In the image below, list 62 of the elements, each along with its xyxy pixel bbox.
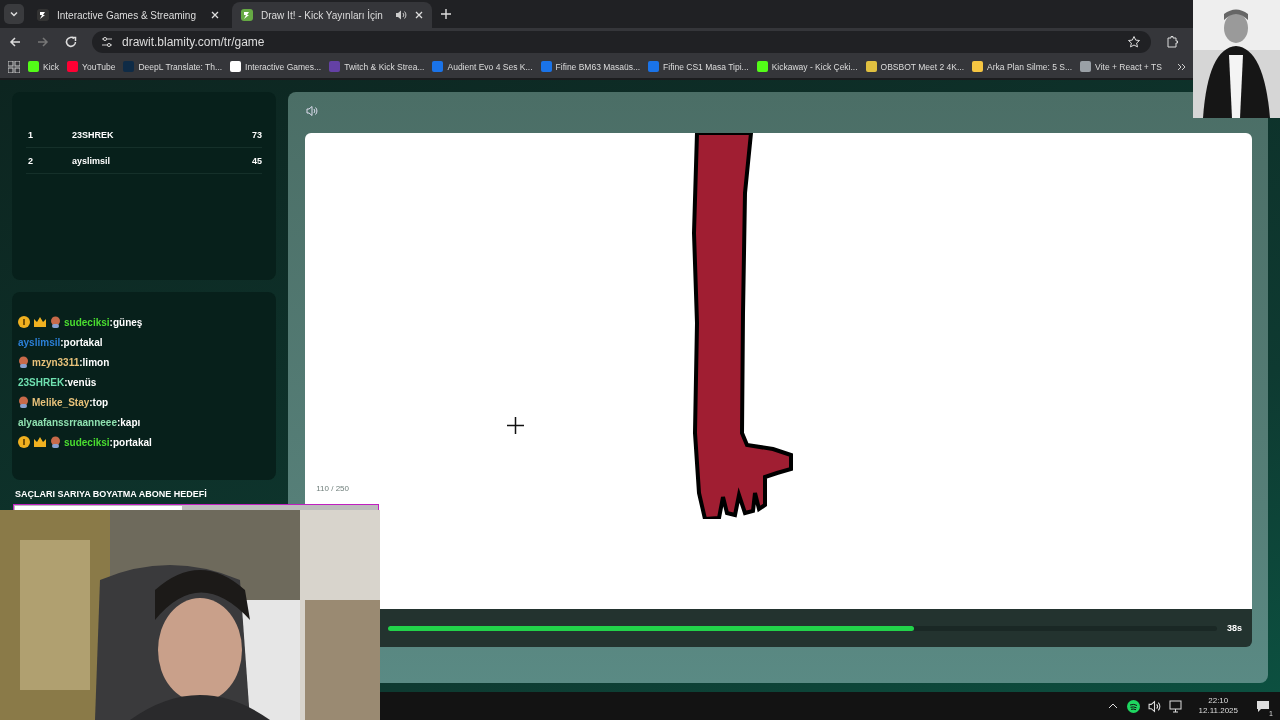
bookmark[interactable]: Kickaway - Kick Çeki...: [756, 61, 858, 72]
speaker-icon[interactable]: [1147, 699, 1161, 713]
speaker-icon[interactable]: [395, 9, 407, 21]
bookmark[interactable]: Arka Plan Silme: 5 S...: [972, 61, 1073, 72]
bookmark[interactable]: Audient Evo 4 Ses K...: [432, 61, 533, 72]
close-icon[interactable]: [414, 10, 424, 20]
back-icon[interactable]: [8, 34, 22, 49]
volume-icon[interactable]: [306, 105, 318, 117]
new-tab-icon[interactable]: [440, 8, 452, 20]
goal-title: SAÇLARI SARIYA BOYATMA ABONE HEDEFİ: [15, 489, 207, 499]
bookmark-star-icon[interactable]: [1127, 34, 1141, 49]
avatar-icon: [18, 396, 29, 408]
avatar-icon: [50, 316, 61, 328]
player-name: 23SHREK: [72, 129, 115, 140]
score: 45: [252, 155, 262, 166]
avatar-icon: [50, 436, 61, 448]
chat-message: sudeciksi:güneş: [64, 316, 143, 328]
bookmark[interactable]: YouTube: [67, 61, 116, 72]
badge-icon: [18, 436, 30, 448]
bookmark[interactable]: Interactive Games...: [230, 61, 322, 72]
chat-message: ayslimsil:portakal: [18, 336, 103, 348]
bookmark[interactable]: DeepL Translate: Th...: [123, 61, 223, 72]
goal-count: 110 / 250: [316, 484, 349, 493]
timer-reading: 38s: [1226, 623, 1242, 633]
reload-icon[interactable]: [64, 34, 78, 49]
bookmark[interactable]: Kick: [28, 61, 60, 72]
player-name: ayslimsil: [72, 155, 112, 166]
site-icon: [240, 8, 254, 22]
chat-message: sudeciksi:portakal: [64, 436, 152, 448]
address-bar[interactable]: drawit.blamity.com/tr/game: [92, 30, 1151, 53]
music-app-icon[interactable]: [1126, 699, 1140, 713]
chat-message: 23SHREK:venüs: [18, 376, 97, 388]
badge-icon: [18, 316, 30, 328]
bookmark[interactable]: OBSBOT Meet 2 4K...: [865, 61, 965, 72]
tab-list-button[interactable]: [4, 4, 24, 24]
avatar-icon: [18, 356, 29, 368]
browser-tab[interactable]: Draw It! - Kick Yayınları İçin: [232, 2, 432, 28]
drawing-canvas[interactable]: [305, 133, 1252, 609]
crosshair-icon: [507, 417, 524, 434]
chat-message: alyaafanssrraanneee:kapı: [18, 416, 141, 428]
extensions-icon[interactable]: [1165, 34, 1180, 49]
apps-icon[interactable]: [8, 60, 20, 73]
rank: 1: [27, 129, 34, 140]
chat-message: Melike_Stay:top: [32, 396, 109, 408]
clock[interactable]: 22:10 12.11.2025: [1198, 696, 1238, 716]
site-settings-icon[interactable]: [100, 34, 114, 49]
bookmark[interactable]: Twitch & Kick Strea...: [329, 61, 425, 72]
crown-icon: [33, 316, 47, 328]
rank: 2: [27, 155, 34, 166]
browser-tab[interactable]: Interactive Games & Streaming: [28, 2, 228, 28]
bookmark[interactable]: Vite + React + TS: [1080, 61, 1162, 72]
network-icon[interactable]: [1168, 699, 1183, 713]
bookmark[interactable]: Fifine CS1 Masa Tipi...: [648, 61, 749, 72]
score: 73: [252, 129, 262, 140]
close-icon[interactable]: [210, 10, 220, 20]
forward-icon[interactable]: [36, 34, 50, 49]
site-icon: [36, 8, 50, 22]
notifications-icon: [1255, 699, 1271, 713]
chat-message: mzyn3311:limon: [32, 356, 110, 368]
crown-icon: [33, 436, 47, 448]
chevron-down-icon: [9, 9, 19, 19]
bookmark[interactable]: Fifine BM63 Masaüs...: [540, 61, 641, 72]
